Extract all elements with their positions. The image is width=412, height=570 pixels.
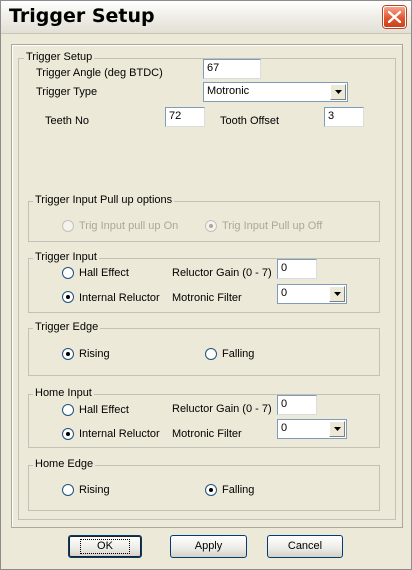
- home-motronic-filter-value: 0: [281, 422, 288, 434]
- ok-button[interactable]: OK: [68, 535, 142, 558]
- home-falling-label: Falling: [222, 484, 255, 496]
- home-hall-effect-radio[interactable]: [62, 404, 74, 416]
- pullup-off-label: Trig Input Pull up Off: [222, 220, 323, 232]
- tooth-offset-input[interactable]: 3: [324, 107, 364, 127]
- apply-button[interactable]: Apply: [170, 535, 247, 558]
- trigger-filter-dropdown-button[interactable]: [329, 286, 345, 302]
- teeth-no-input[interactable]: 72: [165, 107, 205, 127]
- home-motronic-filter-select[interactable]: 0: [277, 419, 347, 439]
- ok-button-label: OK: [80, 539, 130, 554]
- pullup-off-radio[interactable]: [205, 220, 217, 232]
- home-reluctor-gain-input[interactable]: 0: [277, 395, 317, 415]
- trigger-reluctor-gain-label: Reluctor Gain (0 - 7): [172, 267, 272, 279]
- trigger-angle-label: Trigger Angle (deg BTDC): [36, 67, 163, 79]
- chevron-down-icon: [334, 427, 341, 431]
- trigger-input-group-label: Trigger Input: [33, 251, 99, 263]
- apply-button-label: Apply: [194, 540, 223, 552]
- trigger-type-label: Trigger Type: [36, 86, 98, 98]
- pullup-on-radio[interactable]: [62, 220, 74, 232]
- home-internal-reluctor-radio[interactable]: [62, 428, 74, 440]
- trigger-type-value: Motronic: [207, 85, 250, 97]
- trigger-setup-group-label: Trigger Setup: [24, 51, 95, 63]
- home-reluctor-gain-label: Reluctor Gain (0 - 7): [172, 403, 272, 415]
- home-edge-group-label: Home Edge: [33, 458, 96, 470]
- trigger-angle-input[interactable]: 67: [203, 59, 261, 79]
- close-button[interactable]: [383, 6, 406, 28]
- trigger-reluctor-gain-input[interactable]: 0: [277, 259, 317, 279]
- window-title: Trigger Setup: [9, 5, 155, 27]
- home-rising-label: Rising: [79, 484, 110, 496]
- trigger-rising-radio[interactable]: [62, 348, 74, 360]
- home-input-group-label: Home Input: [33, 387, 94, 399]
- home-falling-radio[interactable]: [205, 484, 217, 496]
- pullup-group-label: Trigger Input Pull up options: [33, 194, 175, 206]
- trigger-edge-group-label: Trigger Edge: [33, 321, 101, 333]
- teeth-no-label: Teeth No: [45, 115, 90, 127]
- trigger-hall-effect-label: Hall Effect: [79, 267, 129, 279]
- tooth-offset-label: Tooth Offset: [220, 115, 280, 127]
- trigger-rising-label: Rising: [79, 348, 110, 360]
- trigger-hall-effect-radio[interactable]: [62, 267, 74, 279]
- close-icon: [388, 11, 401, 23]
- cancel-button-label: Cancel: [287, 540, 323, 552]
- trigger-falling-label: Falling: [222, 348, 255, 360]
- trigger-internal-reluctor-radio[interactable]: [62, 291, 74, 303]
- trigger-type-dropdown-button[interactable]: [330, 84, 346, 100]
- home-hall-effect-label: Hall Effect: [79, 404, 129, 416]
- trigger-internal-reluctor-label: Internal Reluctor: [79, 292, 160, 304]
- trigger-motronic-filter-select[interactable]: 0: [277, 284, 347, 304]
- home-internal-reluctor-label: Internal Reluctor: [79, 428, 160, 440]
- chevron-down-icon: [334, 292, 341, 296]
- home-rising-radio[interactable]: [62, 484, 74, 496]
- pullup-on-label: Trig Input pull up On: [79, 220, 179, 232]
- chevron-down-icon: [335, 90, 342, 94]
- trigger-falling-radio[interactable]: [205, 348, 217, 360]
- home-motronic-filter-label: Motronic Filter: [172, 428, 242, 440]
- trigger-motronic-filter-label: Motronic Filter: [172, 292, 242, 304]
- trigger-motronic-filter-value: 0: [281, 287, 288, 299]
- trigger-setup-dialog: Trigger Setup Trigger Setup Trigger Angl…: [0, 0, 412, 570]
- title-bar: Trigger Setup: [1, 1, 411, 34]
- home-filter-dropdown-button[interactable]: [329, 421, 345, 437]
- cancel-button[interactable]: Cancel: [267, 535, 343, 558]
- trigger-type-select[interactable]: Motronic: [203, 82, 348, 102]
